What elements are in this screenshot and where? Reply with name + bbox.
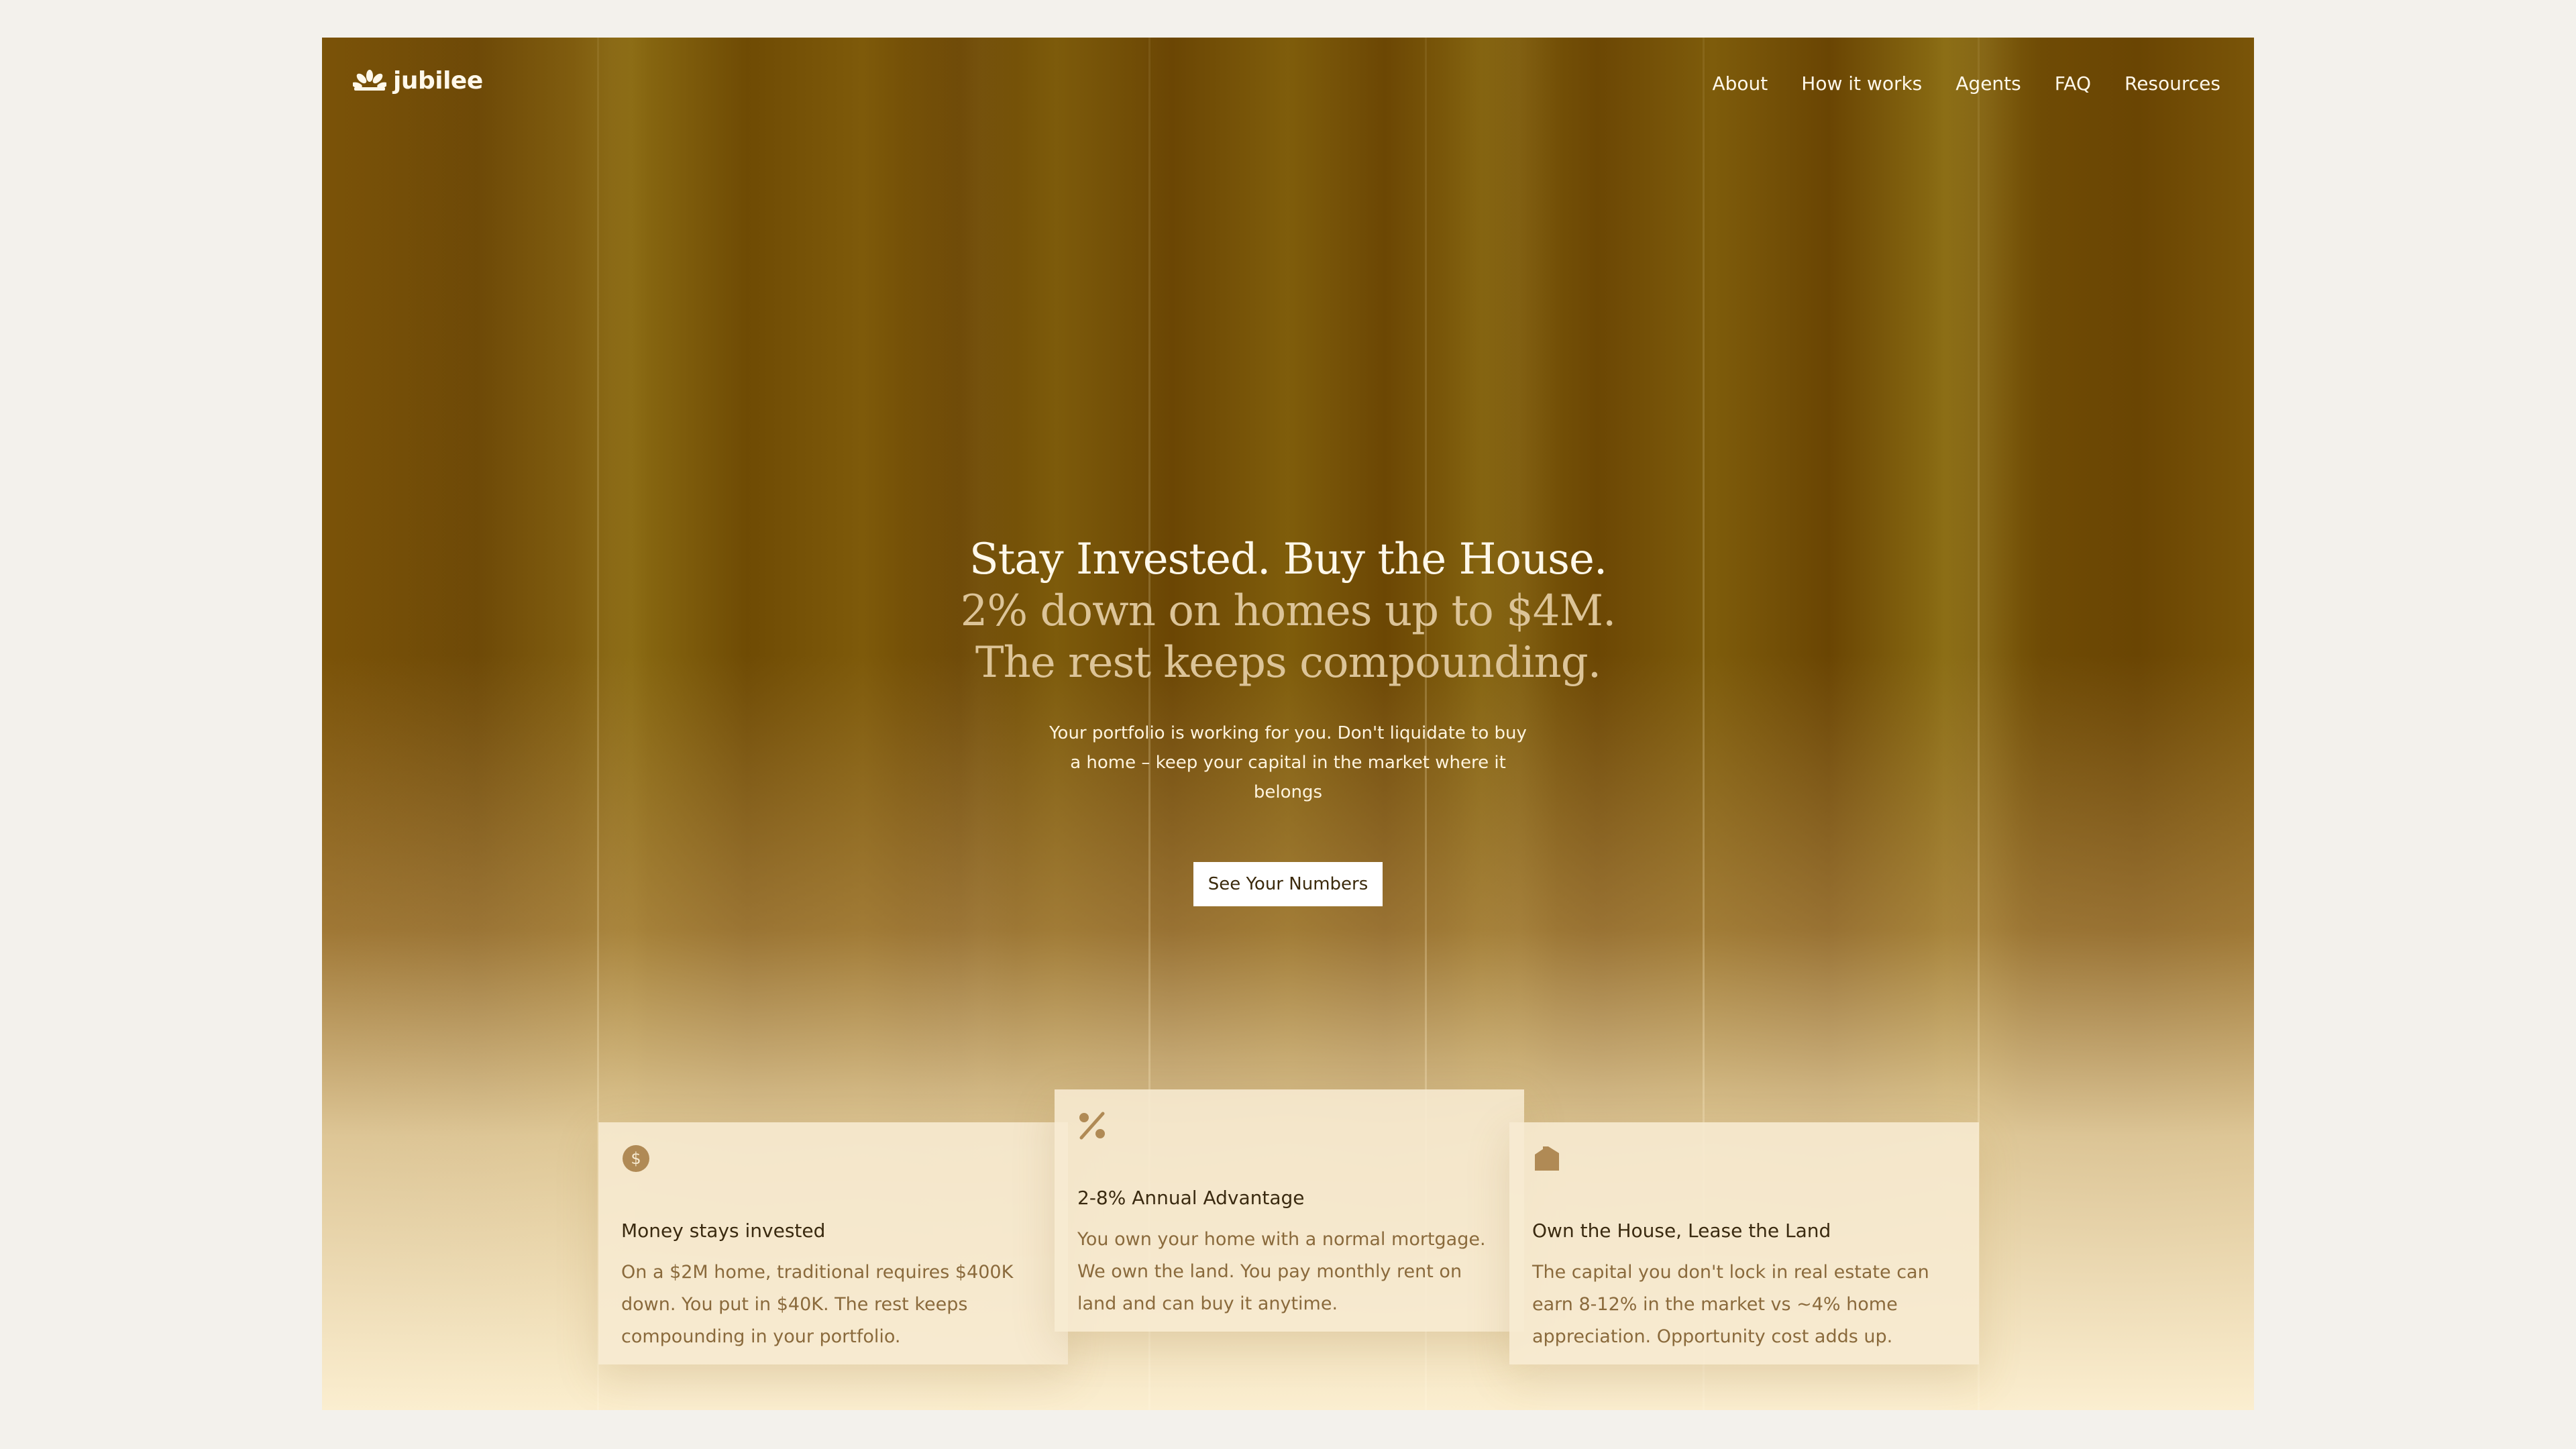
hero-heading-line-1: Stay Invested. Buy the House.: [969, 535, 1607, 584]
hero-content: Stay Invested. Buy the House. 2% down on…: [322, 534, 2254, 906]
feature-card-title: Money stays invested: [621, 1220, 826, 1242]
feature-card-body: The capital you don't lock in real estat…: [1532, 1262, 1929, 1347]
feature-card-body: You own your home with a normal mortgage…: [1077, 1229, 1486, 1314]
nav-resources[interactable]: Resources: [2125, 72, 2220, 95]
nav-about[interactable]: About: [1712, 72, 1768, 95]
feature-card-title: 2-8% Annual Advantage: [1077, 1187, 1305, 1209]
logo[interactable]: jubilee: [353, 67, 483, 95]
hero-subtitle: Your portfolio is working for you. Don't…: [1049, 723, 1527, 802]
feature-card: 2-8% Annual Advantage You own your home …: [1055, 1089, 1524, 1332]
logo-text: jubilee: [393, 67, 483, 95]
nav-agents[interactable]: Agents: [1955, 72, 2021, 95]
sunburst-logo-icon: [353, 69, 386, 91]
top-nav: About How it works Agents FAQ Resources: [1712, 72, 2220, 95]
feature-card-title: Own the House, Lease the Land: [1532, 1220, 1831, 1242]
see-your-numbers-button[interactable]: See Your Numbers: [1193, 862, 1383, 906]
percent-icon: [1079, 1112, 1105, 1140]
svg-text:$: $: [631, 1149, 641, 1168]
feature-card: Own the House, Lease the Land The capita…: [1509, 1122, 1979, 1364]
hero-heading: Stay Invested. Buy the House. 2% down on…: [322, 534, 2254, 689]
hero-heading-line-3: The rest keeps compounding.: [975, 638, 1601, 688]
nav-how-it-works[interactable]: How it works: [1801, 72, 1922, 95]
dollar-coin-icon: $: [623, 1145, 649, 1172]
hero-section: jubilee About How it works Agents FAQ Re…: [322, 38, 2254, 1410]
feature-card-body: On a $2M home, traditional requires $400…: [621, 1262, 1014, 1347]
feature-card: $ Money stays invested On a $2M home, tr…: [598, 1122, 1068, 1364]
nav-faq[interactable]: FAQ: [2055, 72, 2091, 95]
hero-heading-line-2: 2% down on homes up to $4M.: [960, 586, 1617, 636]
house-icon: [1535, 1146, 1559, 1171]
